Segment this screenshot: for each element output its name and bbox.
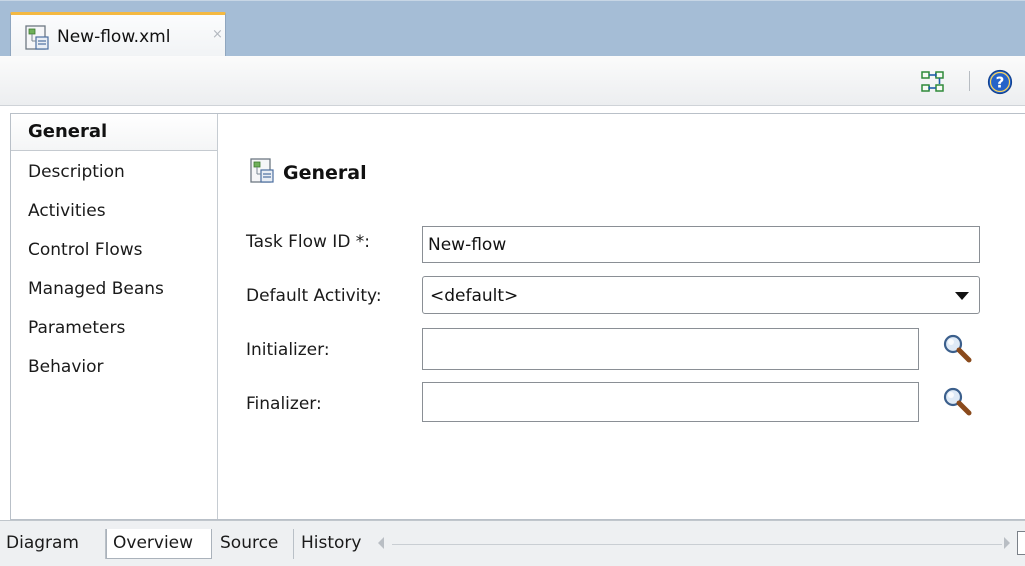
initializer-label: Initializer: (246, 340, 330, 360)
overview-sidebar: General Description Activities Control F… (11, 114, 217, 519)
tab-diagram[interactable]: Diagram (0, 529, 106, 559)
editor-tab-strip: New-flow.xml × (0, 0, 1025, 57)
scroll-left-icon[interactable] (378, 537, 384, 549)
initializer-input[interactable] (422, 328, 919, 370)
finalizer-label: Finalizer: (246, 394, 322, 414)
sidebar-item-managed-beans[interactable]: Managed Beans (28, 279, 164, 299)
sidebar-item-control-flows[interactable]: Control Flows (28, 240, 143, 260)
toolbar-separator (969, 71, 970, 91)
sidebar-item-parameters[interactable]: Parameters (28, 318, 125, 338)
task-flow-id-input[interactable] (422, 226, 980, 263)
task-flow-file-icon (250, 158, 274, 183)
help-glyph: ? (996, 74, 1005, 92)
editor-tab-title: New-flow.xml (57, 27, 171, 47)
editor-toolbar: ? (0, 56, 1025, 106)
search-icon[interactable] (942, 333, 972, 363)
scroll-right-icon[interactable] (1004, 537, 1010, 549)
sidebar-item-behavior[interactable]: Behavior (28, 357, 104, 377)
task-flow-id-label: Task Flow ID *: (246, 232, 371, 252)
editor-view-tabs: Diagram Overview Source History (0, 520, 1025, 566)
chevron-down-icon[interactable] (955, 292, 969, 300)
sidebar-item-description[interactable]: Description (28, 162, 125, 182)
close-icon[interactable]: × (212, 27, 223, 42)
default-activity-value: <default> (430, 286, 519, 306)
finalizer-input[interactable] (422, 382, 919, 422)
default-activity-select[interactable]: <default> (422, 276, 980, 314)
tab-source[interactable]: Source (214, 529, 294, 559)
tab-history[interactable]: History (295, 529, 375, 559)
flow-diagram-icon[interactable] (920, 69, 946, 95)
help-icon[interactable]: ? (987, 69, 1013, 95)
tab-overview[interactable]: Overview (106, 529, 212, 559)
horizontal-scrollbar[interactable] (378, 535, 1010, 555)
scroll-track[interactable] (392, 544, 1002, 545)
search-icon[interactable] (942, 386, 972, 416)
editor-tab-new-flow[interactable]: New-flow.xml × (10, 12, 226, 57)
corner-button[interactable] (1017, 531, 1025, 555)
sidebar-item-activities[interactable]: Activities (28, 201, 106, 221)
default-activity-label: Default Activity: (246, 286, 382, 306)
sidebar-divider (217, 114, 218, 519)
overview-editor: General Description Activities Control F… (10, 113, 1025, 520)
task-flow-file-icon (25, 25, 49, 50)
sidebar-item-general[interactable]: General (11, 114, 217, 151)
section-title: General (283, 162, 367, 184)
